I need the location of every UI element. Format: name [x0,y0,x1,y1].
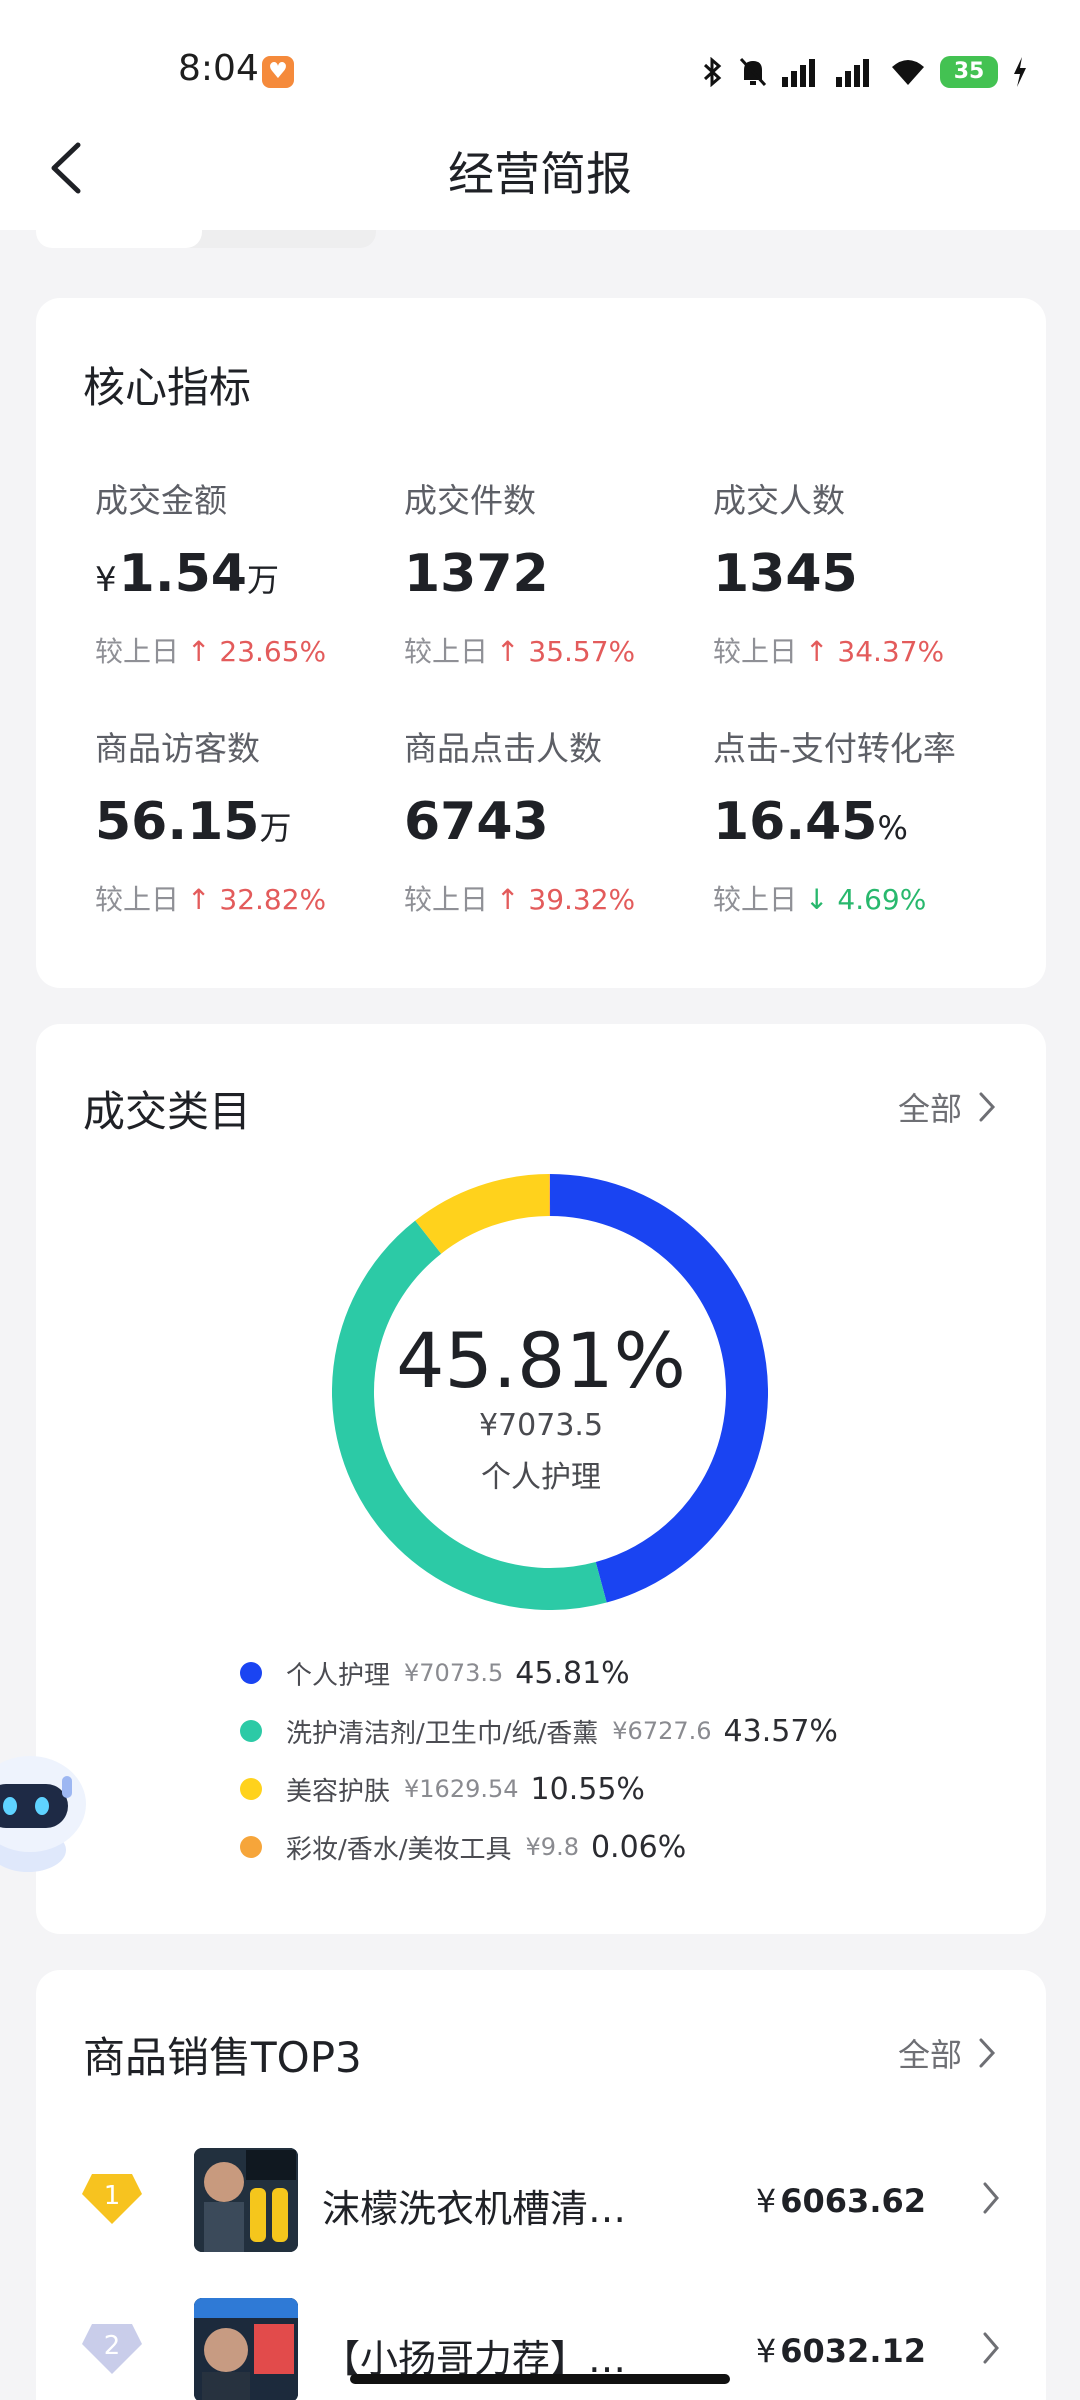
metric-visitors[interactable]: 商品访客数 56.15万 较上日 ↑ 32.82% [95,722,395,918]
metric-value: 6743 [404,792,549,852]
metric-value: 56.15万 [95,792,292,852]
category-title: 成交类目 [83,1087,252,1136]
metric-value: 1345 [713,544,858,604]
charging-icon [1014,57,1026,87]
product-thumbnail [194,2148,298,2252]
donut-center-percent: 45.81% [396,1316,686,1405]
legend-dot [240,1836,262,1858]
legend-dot [240,1778,262,1800]
wifi-icon [892,60,924,85]
battery-icon: 35 [940,56,998,88]
arrow-up-icon: ↑ [496,635,529,668]
product-price: ¥6063.62 [755,2182,926,2220]
status-bar: 8:04 ♥ 35 [0,0,1080,140]
product-thumbnail [194,2298,298,2400]
metric-label: 商品访客数 [95,729,260,768]
product-row[interactable]: 1 沫檬洗衣机槽清… ¥6063.62 [36,2140,1046,2260]
metric-value: 16.45% [713,792,908,852]
arrow-down-icon: ↓ [805,883,838,916]
donut-center-category: 个人护理 [481,1460,601,1495]
core-metrics-title: 核心指标 [83,363,252,412]
page-title: 经营简报 [448,147,632,201]
metric-compare: 较上日 ↑ 35.57% [404,635,636,668]
metric-compare: 较上日 ↑ 32.82% [95,883,327,916]
metric-clickers[interactable]: 商品点击人数 6743 较上日 ↑ 39.32% [404,722,704,918]
svg-text:1: 1 [104,2181,121,2211]
rank-badge: 2 [82,2320,142,2376]
arrow-up-icon: ↑ [805,635,838,668]
metric-label: 成交金额 [95,481,227,520]
mute-bell-icon [739,57,767,87]
core-metrics-card: 核心指标 成交金额 ¥1.54万 较上日 ↑ 23.65% 成交件数 1372 较… [36,298,1046,988]
signal-icon [836,59,869,87]
legend-item[interactable]: 美容护肤 ¥1629.54 10.55% [240,1760,838,1818]
product-price: ¥6032.12 [755,2332,926,2370]
robot-icon [0,1756,86,1872]
top-bar: 8:04 ♥ 35 经营简报 [0,0,1080,230]
svg-text:2: 2 [104,2331,121,2361]
metric-compare: 较上日 ↑ 39.32% [404,883,636,916]
legend-dot [240,1720,262,1742]
chevron-right-icon [979,2038,996,2068]
top-products-title: 商品销售TOP3 [83,2033,362,2082]
metric-label: 成交人数 [713,481,845,520]
metric-label: 点击-支付转化率 [713,729,956,768]
chart-legend: 个人护理 ¥7073.5 45.81% 洗护清洁剂/卫生巾/纸/香薰 ¥6727.6 4… [240,1644,838,1876]
arrow-up-icon: ↑ [187,635,220,668]
legend-item[interactable]: 洗护清洁剂/卫生巾/纸/香薰 ¥6727.6 43.57% [240,1702,838,1760]
category-more-link[interactable]: 全部 [898,1084,996,1130]
tab-indicator [36,230,202,248]
rank-badge: 1 [82,2170,142,2226]
chevron-right-icon [983,2332,999,2364]
metric-compare: 较上日 ↓ 4.69% [713,883,927,916]
metric-value: 1372 [404,544,549,604]
app-notification-icon: ♥ [262,56,294,88]
status-time: 8:04 [178,48,259,89]
metric-orders[interactable]: 成交件数 1372 较上日 ↑ 35.57% [404,474,704,670]
top-products-more-link[interactable]: 全部 [898,2030,996,2076]
metric-conversion[interactable]: 点击-支付转化率 16.45% 较上日 ↓ 4.69% [713,722,1013,918]
status-icons: 35 [702,54,1028,90]
top-products-card: 商品销售TOP3 全部 1 沫檬洗衣机槽清… ¥6063.62 2 【小扬哥力荐… [36,1970,1046,2400]
metric-compare: 较上日 ↑ 34.37% [713,635,945,668]
assistant-robot-button[interactable] [0,1732,88,1876]
arrow-up-icon: ↑ [496,883,529,916]
legend-item[interactable]: 个人护理 ¥7073.5 45.81% [240,1644,838,1702]
tab-strip [36,230,376,248]
category-card: 成交类目 全部 45.81% ¥7073.5 个人护理 个人护理 ¥7073.5 4… [36,1024,1046,1934]
donut-center-amount: ¥7073.5 [478,1408,604,1443]
signal-icon [782,59,815,87]
metric-label: 成交件数 [404,481,536,520]
chevron-right-icon [979,1092,996,1122]
arrow-up-icon: ↑ [187,883,220,916]
metric-buyers[interactable]: 成交人数 1345 较上日 ↑ 34.37% [713,474,1013,670]
legend-dot [240,1662,262,1684]
home-indicator[interactable] [350,2374,730,2384]
chevron-right-icon [983,2182,999,2214]
product-name: 沫檬洗衣机槽清… [322,2187,627,2231]
metric-gmv[interactable]: 成交金额 ¥1.54万 较上日 ↑ 23.65% [95,474,395,670]
metric-label: 商品点击人数 [404,729,602,768]
legend-item[interactable]: 彩妆/香水/美妆工具 ¥9.8 0.06% [240,1818,838,1876]
bluetooth-icon [703,57,722,87]
donut-slice-2[interactable] [415,1174,550,1254]
metric-compare: 较上日 ↑ 23.65% [95,635,327,668]
metric-value: ¥1.54万 [95,544,279,604]
